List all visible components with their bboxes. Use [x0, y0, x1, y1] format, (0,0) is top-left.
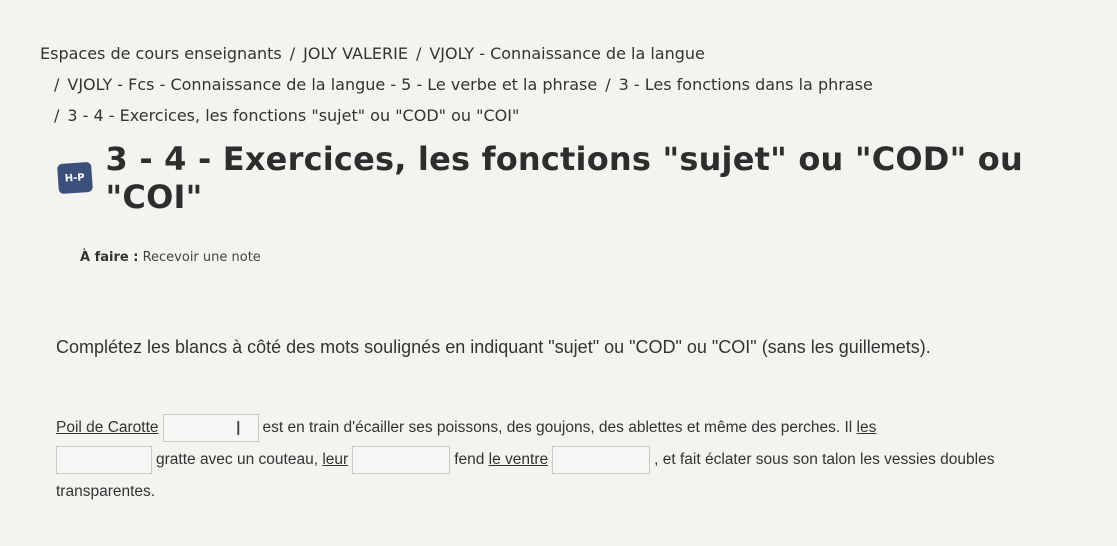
text-cursor-icon: I — [235, 417, 242, 440]
answer-input-3[interactable] — [352, 445, 451, 474]
breadcrumb-item-teacher[interactable]: JOLY VALERIE — [303, 44, 408, 63]
breadcrumb-separator: / — [54, 75, 60, 94]
todo-status: À faire : Recevoir une note — [80, 250, 261, 265]
underlined-word: les — [856, 419, 877, 436]
exercise-text-segment: gratte avec un couteau, — [156, 451, 319, 468]
breadcrumb: Espaces de cours enseignants / JOLY VALERI… — [40, 38, 1090, 131]
breadcrumb-separator: / — [605, 75, 611, 94]
page-title: 3 - 4 - Exercices, les fonctions "sujet"… — [105, 140, 1023, 216]
underlined-word: le ventre — [488, 451, 549, 468]
answer-input-2[interactable] — [56, 445, 152, 474]
exercise-text-segment: fend — [454, 451, 485, 468]
hp-icon: H-P — [56, 161, 93, 195]
exercise-text-segment: est en train d'écailler ses poissons, de… — [262, 419, 853, 436]
breadcrumb-separator: / — [289, 44, 296, 63]
breadcrumb-item-subsection[interactable]: 3 - Les fonctions dans la phrase — [619, 75, 873, 94]
breadcrumb-item-section[interactable]: VJOLY - Fcs - Connaissance de la langue … — [67, 75, 597, 94]
todo-label: À faire : — [80, 250, 139, 265]
exercise-instructions: Complétez les blancs à côté des mots sou… — [56, 337, 931, 357]
answer-input-1[interactable]: I — [162, 413, 259, 442]
todo-value: Recevoir une note — [142, 250, 261, 265]
breadcrumb-separator: / — [54, 106, 60, 125]
page-header: H-P 3 - 4 - Exercices, les fonctions "su… — [56, 140, 1117, 216]
breadcrumb-item-course[interactable]: VJOLY - Connaissance de la langue — [429, 44, 705, 63]
breadcrumb-item-current: 3 - 4 - Exercices, les fonctions "sujet"… — [67, 106, 520, 125]
underlined-word: leur — [322, 451, 349, 468]
underlined-word: Poil de Carotte — [56, 419, 159, 436]
exercise-text: Poil de Carotte Iest en train d'écailler … — [56, 412, 1086, 508]
breadcrumb-separator: / — [415, 44, 422, 63]
answer-input-4[interactable] — [552, 445, 651, 474]
breadcrumb-item-cours[interactable]: Espaces de cours enseignants — [40, 44, 282, 63]
